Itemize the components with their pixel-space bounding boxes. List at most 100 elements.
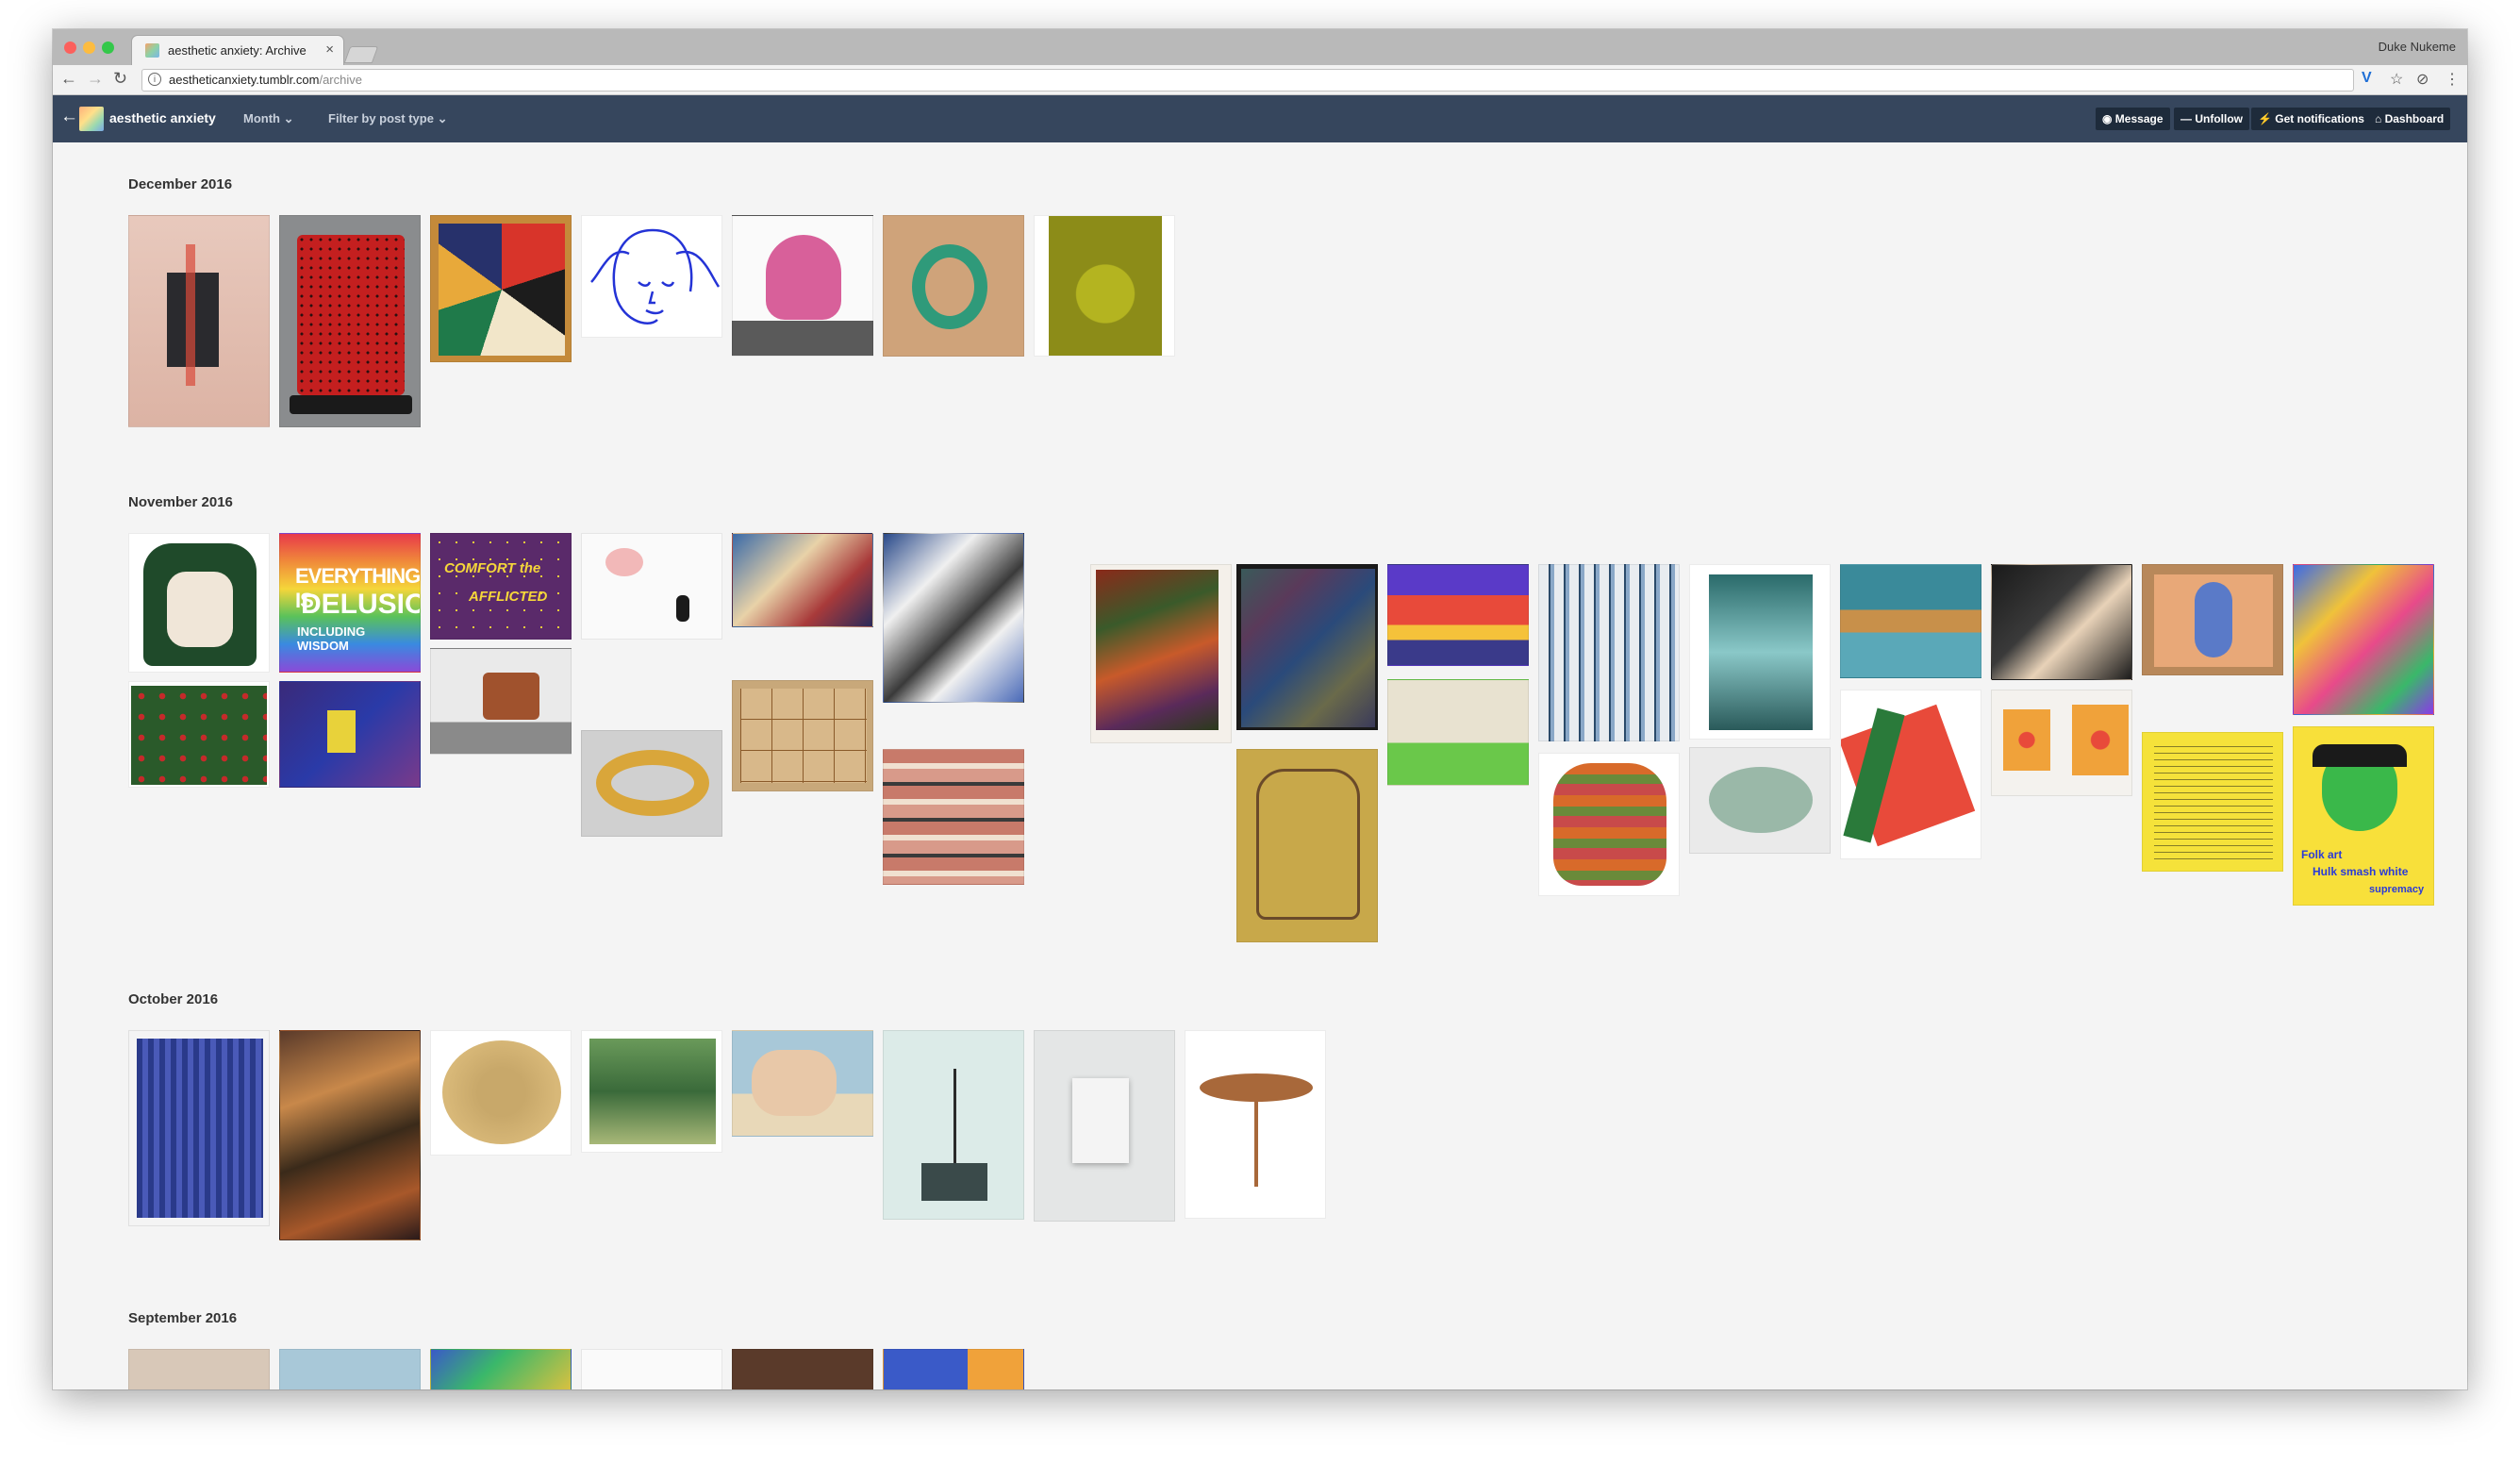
post-thumbnail[interactable] <box>1538 753 1680 896</box>
get-notifications-button[interactable]: ⚡ Get notifications <box>2251 108 2371 130</box>
post-thumbnail[interactable] <box>128 1349 270 1389</box>
post-thumbnail[interactable] <box>128 1030 270 1226</box>
post-thumbnail[interactable] <box>1689 564 1831 740</box>
post-thumbnail[interactable] <box>883 1349 1024 1389</box>
collage-painting <box>439 224 565 356</box>
post-thumbnail[interactable]: COMFORT the AFFLICTED <box>430 533 572 640</box>
close-window-button[interactable] <box>64 42 76 54</box>
post-thumbnail[interactable] <box>1689 747 1831 854</box>
post-thumbnail[interactable] <box>883 1030 1024 1220</box>
post-thumbnail[interactable] <box>581 533 722 640</box>
post-thumbnail[interactable] <box>1236 564 1378 730</box>
message-button[interactable]: ◉ Message <box>2096 108 2170 130</box>
profile-name[interactable]: Duke Nukeme <box>2379 40 2456 54</box>
post-thumbnail[interactable] <box>128 533 270 673</box>
forest-painting <box>589 1039 716 1144</box>
sculpture-base <box>290 395 412 414</box>
thumb-text: AFFLICTED <box>469 589 548 605</box>
post-thumbnail[interactable] <box>1991 690 2132 796</box>
post-thumbnail[interactable] <box>1387 679 1529 786</box>
maximize-window-button[interactable] <box>102 42 114 54</box>
painting-stripe <box>186 244 195 386</box>
unfollow-button[interactable]: — Unfollow <box>2174 108 2249 130</box>
section-title-november-2016: November 2016 <box>128 494 233 510</box>
bookmark-star-icon[interactable]: ☆ <box>2390 70 2403 89</box>
post-thumbnail[interactable] <box>279 681 421 788</box>
post-thumbnail[interactable] <box>279 215 421 427</box>
post-thumbnail[interactable] <box>581 1349 722 1389</box>
dark-abstract-painting <box>1241 569 1375 727</box>
minimize-window-button[interactable] <box>83 42 95 54</box>
thumb-text: supremacy <box>2369 884 2425 895</box>
post-thumbnail[interactable] <box>732 680 873 791</box>
post-thumbnail[interactable] <box>1538 564 1680 741</box>
post-thumbnail[interactable] <box>128 215 270 427</box>
post-thumbnail[interactable] <box>430 1030 572 1156</box>
post-thumbnail[interactable] <box>883 215 1024 357</box>
url-host: aestheticanxiety.tumblr.com <box>169 73 320 87</box>
post-thumbnail[interactable] <box>2142 732 2283 872</box>
gold-face-drawing <box>1256 769 1360 920</box>
back-to-blog-icon[interactable]: ← <box>60 107 78 127</box>
thumb-text: DELUSION <box>301 589 420 620</box>
reload-icon[interactable]: ↻ <box>113 69 127 89</box>
teal-photo <box>1709 574 1813 730</box>
post-thumbnail[interactable] <box>732 1030 873 1137</box>
plinth <box>921 1163 987 1201</box>
back-arrow-icon[interactable]: ← <box>60 69 77 89</box>
sculpture-red-dotted <box>297 235 405 395</box>
post-thumbnail[interactable] <box>279 1349 421 1389</box>
dashboard-button[interactable]: ⌂ Dashboard <box>2368 108 2451 130</box>
forward-arrow-icon[interactable]: → <box>87 69 104 89</box>
post-thumbnail[interactable]: Folk art Hulk smash white supremacy <box>2293 726 2434 906</box>
post-thumbnail[interactable] <box>732 533 873 627</box>
blog-name[interactable]: aesthetic anxiety <box>109 110 216 125</box>
url-text[interactable]: aestheticanxiety.tumblr.com/archive <box>169 73 362 87</box>
post-thumbnail[interactable] <box>1991 564 2132 680</box>
post-thumbnail[interactable] <box>732 215 873 357</box>
post-thumbnail[interactable] <box>1090 564 1232 743</box>
post-thumbnail[interactable] <box>430 215 572 362</box>
post-type-filter-dropdown[interactable]: Filter by post type ⌄ <box>328 111 447 126</box>
red-green-painting <box>131 686 267 785</box>
post-thumbnail[interactable] <box>1236 749 1378 942</box>
post-thumbnail[interactable] <box>430 1349 572 1389</box>
tumblr-favicon-icon <box>145 43 159 58</box>
extension-shield-icon[interactable]: ⊘ <box>2416 70 2429 89</box>
month-filter-dropdown[interactable]: Month ⌄ <box>243 111 294 126</box>
post-thumbnail[interactable] <box>581 1030 722 1153</box>
post-thumbnail[interactable] <box>883 533 1024 703</box>
section-title-december-2016: December 2016 <box>128 176 233 192</box>
address-bar[interactable]: i aestheticanxiety.tumblr.com/archive <box>141 69 2354 92</box>
post-thumbnail[interactable] <box>430 648 572 755</box>
yellow-text-poster <box>2154 746 2273 859</box>
post-thumbnail[interactable] <box>581 730 722 837</box>
url-path: /archive <box>319 73 362 87</box>
striped-blob-sculpture <box>1553 763 1666 886</box>
thumb-text: Hulk smash white <box>2313 865 2409 878</box>
post-thumbnail[interactable] <box>1840 690 1981 859</box>
new-tab-button[interactable] <box>343 46 379 63</box>
post-thumbnail[interactable] <box>1185 1030 1326 1219</box>
post-thumbnail[interactable] <box>883 749 1024 885</box>
post-thumbnail[interactable]: EVERYTHING IS DELUSION INCLUDING WISDOM <box>279 533 421 673</box>
post-thumbnail[interactable] <box>1034 1030 1175 1222</box>
post-thumbnail[interactable] <box>2293 564 2434 715</box>
post-thumbnail[interactable] <box>2142 564 2283 675</box>
post-thumbnail[interactable] <box>1034 215 1175 357</box>
post-thumbnail[interactable] <box>1387 564 1529 666</box>
post-thumbnail[interactable] <box>128 681 270 788</box>
post-thumbnail[interactable] <box>279 1030 421 1240</box>
post-thumbnail[interactable] <box>732 1349 873 1389</box>
post-thumbnail[interactable] <box>581 215 722 338</box>
browser-tab[interactable]: aesthetic anxiety: Archive × <box>132 36 343 65</box>
chrome-menu-icon[interactable]: ⋮ <box>2445 70 2460 89</box>
beige-oval-painting <box>442 1040 561 1144</box>
gallery-painting-left <box>2003 709 2050 771</box>
blog-avatar[interactable] <box>79 107 104 131</box>
post-thumbnail[interactable] <box>1840 564 1981 678</box>
tab-close-icon[interactable]: × <box>325 42 334 58</box>
hulk-hair <box>2313 744 2407 767</box>
extension-v-icon[interactable]: V <box>2362 70 2372 87</box>
info-icon[interactable]: i <box>148 73 161 86</box>
